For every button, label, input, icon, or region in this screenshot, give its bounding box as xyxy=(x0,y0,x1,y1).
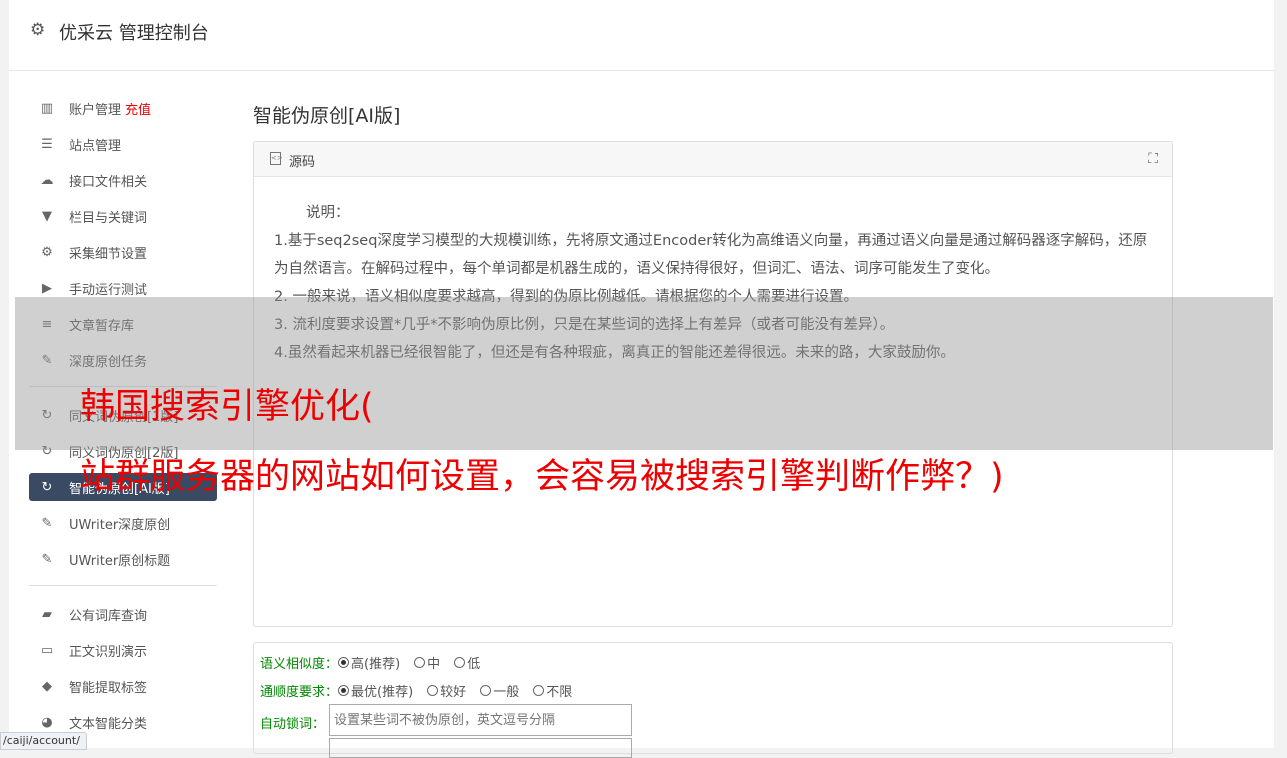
sidebar-item-label: 手动运行测试 xyxy=(69,282,148,298)
overlay-headline: 韩国搜索引擎优化( 站群服务器的网站如何设置，会容易被搜索引擎判断作弊？) xyxy=(80,372,1004,512)
panel-label: 源码 xyxy=(289,155,316,170)
radio-label: 最优(推荐) xyxy=(351,685,414,700)
sidebar-item-label: 正文识别演示 xyxy=(69,644,148,660)
radio-label: 中 xyxy=(427,657,441,672)
page-title: 智能伪原创[AI版] xyxy=(253,105,401,127)
sidebar-item[interactable]: ▰ 公有词库查询 xyxy=(29,596,217,632)
status-url: /caiji/account/ xyxy=(0,732,87,750)
similarity-low-radio[interactable]: 低 xyxy=(454,653,480,672)
settings-form: 语义相似度： 高(推荐) 中 低 通顺度要求： 最优(推荐) 较好 一般 不限 … xyxy=(253,642,1173,758)
headline-line-1: 韩国搜索引擎优化( xyxy=(80,387,374,427)
pie-chart-icon: ◕ xyxy=(41,714,53,730)
radio-dot[interactable] xyxy=(338,685,350,696)
lock-label: 自动锁词： xyxy=(260,717,326,732)
fluency-good-radio[interactable]: 较好 xyxy=(427,681,466,700)
top-bar: ⚙ 优采云 管理控制台 xyxy=(9,0,1274,71)
sidebar-item[interactable]: ☁ 接口文件相关 xyxy=(29,162,217,198)
radio-label: 高(推荐) xyxy=(351,657,401,672)
sidebar-item-label: UWriter原创标题 xyxy=(69,553,171,569)
sidebar-item[interactable]: ✎ UWriter原创标题 xyxy=(29,541,217,577)
sidebar-item-label: 接口文件相关 xyxy=(69,174,148,190)
headline-line-2: 站群服务器的网站如何设置，会容易被搜索引擎判断作弊？) xyxy=(80,457,1004,497)
radio-dot[interactable] xyxy=(414,657,426,668)
recharge-link[interactable]: 充值 xyxy=(125,99,151,118)
sidebar-item[interactable]: ▭ 正文识别演示 xyxy=(29,632,217,668)
sidebar-item-label: UWriter深度原创 xyxy=(69,517,171,533)
edit-icon: ✎ xyxy=(41,515,53,531)
expand-icon[interactable]: ⛶ xyxy=(1148,151,1158,167)
sidebar-item[interactable]: ◆ 智能提取标签 xyxy=(29,668,217,704)
lock-words-input[interactable] xyxy=(329,704,632,736)
radio-dot[interactable] xyxy=(427,685,439,696)
radio-label: 较好 xyxy=(440,685,467,700)
fluency-normal-radio[interactable]: 一般 xyxy=(480,681,519,700)
fluency-row: 通顺度要求： 最优(推荐) 较好 一般 不限 xyxy=(260,681,586,700)
lock-row: 自动锁词： xyxy=(260,713,325,732)
sidebar-item-label: 栏目与关键词 xyxy=(69,210,148,226)
sidebar-item-label: 智能提取标签 xyxy=(69,680,148,696)
sidebar-item-label: 采集细节设置 xyxy=(69,246,148,262)
panel-header: <> 源码 ⛶ xyxy=(254,142,1172,177)
radio-dot[interactable] xyxy=(533,685,545,696)
fluency-label: 通顺度要求： xyxy=(260,685,339,700)
second-input[interactable] xyxy=(329,738,632,758)
play-icon: ▶ xyxy=(42,280,52,296)
cloud-upload-icon: ☁ xyxy=(40,172,54,188)
monitor-icon: ▭ xyxy=(40,642,54,658)
similarity-mid-radio[interactable]: 中 xyxy=(414,653,440,672)
tag-icon: ◆ xyxy=(42,678,52,694)
similarity-label: 语义相似度： xyxy=(260,657,339,672)
sidebar-item-label: 账户管理 xyxy=(69,102,122,118)
fluency-any-radio[interactable]: 不限 xyxy=(533,681,572,700)
refresh-icon: ↻ xyxy=(41,479,53,495)
app-title: 优采云 管理控制台 xyxy=(59,23,209,44)
book-icon: ▰ xyxy=(42,606,52,622)
sidebar-item-label: 文本智能分类 xyxy=(69,716,148,732)
edit-icon: ✎ xyxy=(41,551,53,567)
sidebar-item-label: 公有词库查询 xyxy=(69,608,148,624)
gear-icon: ⚙ xyxy=(30,20,46,40)
radio-dot[interactable] xyxy=(454,657,466,668)
fluency-best-radio[interactable]: 最优(推荐) xyxy=(338,681,413,700)
sidebar-item[interactable]: ▥ 账户管理 充值 xyxy=(29,90,217,126)
list-icon: ☰ xyxy=(41,136,53,152)
intro-heading: 说明： xyxy=(306,205,350,221)
bar-chart-icon: ▥ xyxy=(40,100,54,116)
sidebar-item[interactable]: ▼ 栏目与关键词 xyxy=(29,198,217,234)
sidebar-item[interactable]: ⚙ 采集细节设置 xyxy=(29,234,217,270)
code-file-icon: <> xyxy=(270,152,283,165)
similarity-high-radio[interactable]: 高(推荐) xyxy=(338,653,400,672)
radio-label: 一般 xyxy=(493,685,520,700)
radio-dot[interactable] xyxy=(338,657,350,668)
radio-dot[interactable] xyxy=(480,685,492,696)
sidebar-item[interactable]: ☰ 站点管理 xyxy=(29,126,217,162)
filter-icon: ▼ xyxy=(42,208,52,224)
gears-icon: ⚙ xyxy=(41,244,53,260)
sidebar-item-label: 站点管理 xyxy=(69,138,122,154)
radio-label: 低 xyxy=(467,657,481,672)
sidebar-divider xyxy=(29,585,217,586)
radio-label: 不限 xyxy=(546,685,573,700)
similarity-row: 语义相似度： 高(推荐) 中 低 xyxy=(260,653,494,672)
desc-line-1: 1.基于seq2seq深度学习模型的大规模训练，先将原文通过Encoder转化为… xyxy=(274,233,1148,277)
